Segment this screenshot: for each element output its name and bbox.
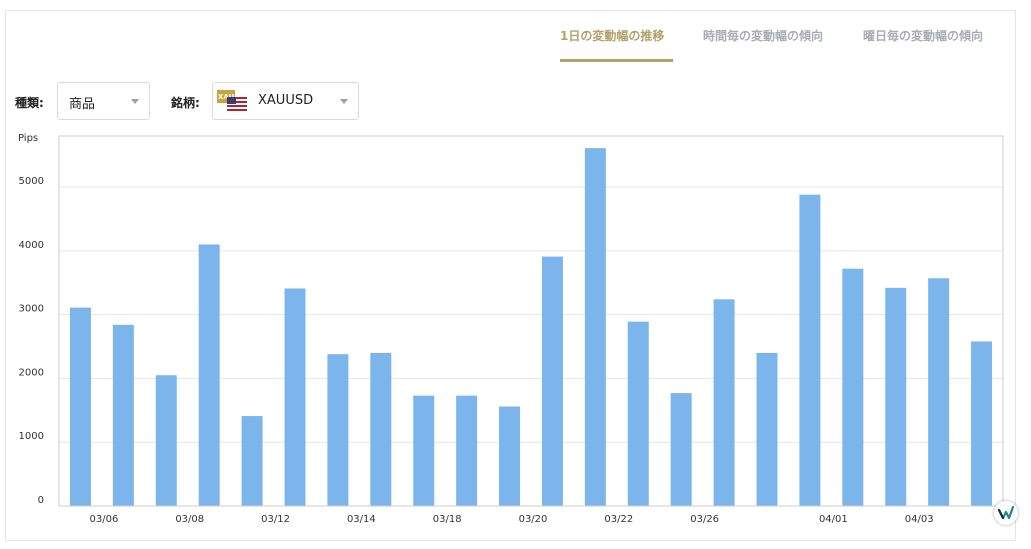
bar[interactable] [627,321,649,506]
tab-hourly-range[interactable]: 時間毎の変動幅の傾向 [703,27,823,44]
type-select-value: 商品 [69,97,96,112]
tab-bar: 1日の変動幅の推移 時間毎の変動幅の傾向 曜日毎の変動幅の傾向 [6,11,1015,71]
bar[interactable] [456,395,478,506]
bar[interactable] [155,375,177,506]
symbol-select[interactable]: XAU XAUUSD [212,82,359,120]
bar[interactable] [112,324,134,506]
bars [69,148,993,507]
y-tick-labels: 0 1000 2000 3000 4000 5000 [19,176,44,506]
bar[interactable] [799,194,821,507]
chart-panel: 1日の変動幅の推移 時間毎の変動幅の傾向 曜日毎の変動幅の傾向 種類: 商品 銘… [5,10,1018,541]
y-tick-label: 1000 [19,431,44,442]
y-tick-label: 4000 [19,240,44,251]
symbol-label: 銘柄: [171,96,200,110]
range-bar-chart: Pips 010002000300040005000 03/06 03/08 03/… [18,133,1004,525]
bar[interactable] [69,307,91,506]
x-tick-label: 03/26 [690,514,719,525]
bar[interactable] [713,299,735,506]
x-tick-label: 03/12 [261,514,290,525]
type-select[interactable]: 商品 [57,82,150,120]
x-tick-label: 03/14 [347,514,376,525]
x-tick-label: 03/20 [519,514,548,525]
bar[interactable] [327,354,349,506]
bar[interactable] [241,416,263,506]
x-tick-label: 03/18 [433,514,462,525]
bar[interactable] [499,406,521,506]
active-tab-underline [560,59,673,62]
bar[interactable] [413,395,435,506]
xau-usd-flag-icon: XAU [217,90,247,111]
symbol-select-value: XAUUSD [258,93,314,108]
chevron-down-icon [131,99,139,104]
y-tick-label: 5000 [19,176,44,187]
y-tick-label: 0 [38,495,44,506]
y-tick-label: 3000 [19,304,44,315]
tab-weekday-range[interactable]: 曜日毎の変動幅の傾向 [863,27,983,44]
y-axis-label: Pips [18,133,38,144]
x-tick-label: 03/06 [89,514,118,525]
x-tick-label: 03/22 [604,514,633,525]
bar[interactable] [584,148,606,506]
type-label: 種類: [15,96,44,110]
bar[interactable] [370,352,392,506]
bar[interactable] [284,288,306,506]
tab-daily-range[interactable]: 1日の変動幅の推移 [560,27,664,44]
x-tick-labels: 03/06 03/08 03/12 03/14 03/18 03/20 03/22 03/26… [89,514,933,525]
y-tick-label: 2000 [19,367,44,378]
bar[interactable] [541,256,563,506]
bar[interactable] [928,278,950,506]
x-tick-label: 03/08 [175,514,204,525]
x-tick-label: 04/01 [819,514,848,525]
bar[interactable] [756,352,778,506]
bar[interactable] [885,287,907,506]
bar[interactable] [670,393,692,506]
bar[interactable] [198,244,220,506]
x-tick-label: 04/03 [905,514,934,525]
bar[interactable] [971,341,993,506]
chevron-down-icon [340,99,348,104]
logo-icon[interactable] [994,501,1018,525]
bar[interactable] [842,268,864,506]
